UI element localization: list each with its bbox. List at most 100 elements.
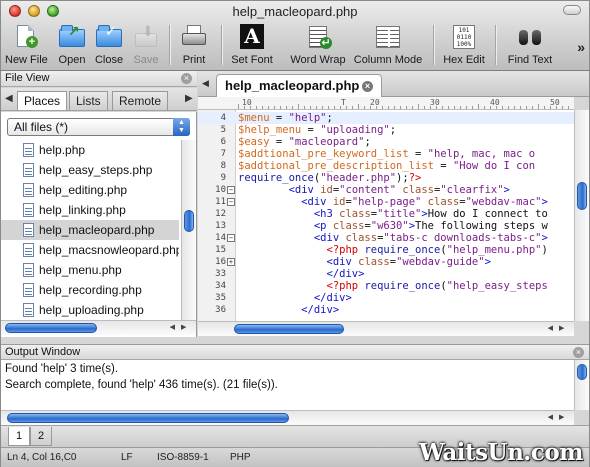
code-line[interactable]: 5 $help_menu = "uploading";: [198, 124, 574, 136]
tab-lists[interactable]: Lists: [69, 91, 108, 110]
file-list-item[interactable]: help_macleopard.php: [1, 220, 179, 240]
code-line[interactable]: 16 + <div class="webdav-guide">: [198, 256, 574, 268]
line-number: 11: [215, 197, 226, 207]
code-line[interactable]: 35 </div>: [198, 292, 574, 304]
file-list-hscroll-thumb[interactable]: [5, 323, 97, 333]
fold-expand-icon[interactable]: +: [227, 258, 235, 266]
output-vertical-scrollbar[interactable]: [574, 360, 589, 410]
file-filter-value: All files (*): [14, 120, 69, 134]
code-text: $menu = "help";: [238, 112, 333, 124]
file-list-item[interactable]: help_macsnowleopard.php: [1, 240, 179, 260]
editor-horizontal-scrollbar[interactable]: ◀▶: [198, 321, 574, 336]
close-label: Close: [94, 54, 124, 66]
output-page-tab-1[interactable]: 1: [8, 427, 30, 446]
output-window-close-icon[interactable]: ×: [573, 347, 584, 358]
php-file-icon: [23, 283, 34, 297]
file-list-item[interactable]: help_easy_steps.php: [1, 160, 179, 180]
hex-edit-button[interactable]: 101 0110 100% Hex Edit: [439, 21, 489, 69]
open-button[interactable]: ↗ Open: [54, 21, 90, 69]
file-list-item[interactable]: help.php: [1, 140, 179, 160]
save-button[interactable]: ⬇ Save: [130, 21, 162, 69]
toolbar-overflow-icon[interactable]: »: [577, 39, 585, 55]
file-filter-select[interactable]: All files (*) ▲ ▼: [7, 118, 190, 136]
code-line[interactable]: 6 $easy = "macleopard";: [198, 136, 574, 148]
output-hscroll-arrows-icon[interactable]: ◀▶: [544, 411, 574, 425]
status-language[interactable]: PHP: [230, 448, 251, 467]
code-line[interactable]: 9 require_once("header.php");?>: [198, 172, 574, 184]
line-number: 5: [220, 125, 226, 135]
line-number: 34: [215, 281, 226, 291]
code-token: $addtional_pre_description_list: [238, 160, 434, 172]
file-list-scroll-thumb[interactable]: [184, 210, 194, 232]
code-line[interactable]: 15 <?php require_once("help_menu.php"): [198, 244, 574, 256]
column-mode-button[interactable]: Column Mode: [351, 21, 425, 69]
fold-collapse-icon[interactable]: −: [227, 234, 235, 242]
file-list-item[interactable]: help_linking.php: [1, 200, 179, 220]
code-token: class: [339, 208, 371, 220]
file-list-item[interactable]: help_menu.php: [1, 260, 179, 280]
file-list-item[interactable]: help_uploading.php: [1, 300, 179, 320]
code-line[interactable]: 10− <div id="content" class="clearfix">: [198, 184, 574, 196]
editor-scroll-thumb[interactable]: [577, 182, 587, 210]
file-view-close-icon[interactable]: ×: [181, 73, 192, 84]
new-file-button[interactable]: + New File: [5, 21, 48, 69]
output-page-tab-2[interactable]: 2: [30, 427, 52, 446]
code-token: require_once: [364, 244, 441, 256]
binoculars-icon: [516, 23, 544, 51]
editor-hscroll-thumb[interactable]: [234, 324, 344, 334]
code-line[interactable]: 13 <p class="w630">The following steps w: [198, 220, 574, 232]
code-line[interactable]: 11− <div id="help-page" class="webdav-ma…: [198, 196, 574, 208]
ruler-tick: [460, 106, 461, 109]
find-text-button[interactable]: Find Text: [502, 21, 558, 69]
output-hscroll-thumb[interactable]: [7, 413, 289, 423]
editor-tab[interactable]: help_macleopard.php ×: [216, 74, 382, 97]
word-wrap-button[interactable]: ↵ Word Wrap: [290, 21, 346, 69]
ruler-tick: [448, 106, 449, 109]
code-text: $addtional_pre_description_list = "How d…: [238, 160, 535, 172]
fold-collapse-icon[interactable]: −: [227, 186, 235, 194]
code-line[interactable]: 12 <h3 class="title">How do I connect to: [198, 208, 574, 220]
code-text: </div>: [238, 292, 352, 304]
print-button[interactable]: Print: [177, 21, 211, 69]
code-line[interactable]: 34 <?php require_once("help_easy_steps: [198, 280, 574, 292]
tab-places[interactable]: Places: [17, 91, 68, 110]
tabs-left-arrow-icon[interactable]: ◀: [5, 93, 13, 104]
code-token: class: [427, 196, 460, 208]
code-text: <p class="w630">The following steps w: [238, 220, 548, 232]
file-list-horizontal-scrollbar[interactable]: ◀▶: [1, 320, 196, 335]
column-ruler: 10T2030405060: [198, 97, 574, 110]
code-editor[interactable]: 4 $menu = "help"; 5 $help_menu = "uploading…: [198, 110, 574, 321]
editor-tab-close-icon[interactable]: ×: [362, 81, 373, 92]
tabs-right-arrow-icon[interactable]: ▶: [185, 93, 193, 104]
ruler-tick: [382, 106, 383, 109]
code-line[interactable]: 36 </div>: [198, 304, 574, 316]
file-list-item[interactable]: help_editing.php: [1, 180, 179, 200]
ruler-tick: [478, 104, 479, 109]
tab-remote[interactable]: Remote: [112, 91, 169, 110]
line-number: 16: [215, 257, 226, 267]
toolbar-toggle-button[interactable]: [563, 5, 581, 15]
status-line-endings[interactable]: LF: [121, 448, 133, 467]
output-horizontal-scrollbar[interactable]: ◀▶: [1, 410, 574, 425]
editor-tabs-left-arrow-icon[interactable]: ◀: [202, 78, 209, 89]
file-list-vertical-scrollbar[interactable]: [181, 140, 196, 320]
code-line[interactable]: 33 </div>: [198, 268, 574, 280]
code-line[interactable]: 4 $menu = "help";: [198, 112, 574, 124]
editor-vertical-scrollbar[interactable]: [574, 110, 589, 321]
code-line[interactable]: 8 $addtional_pre_description_list = "How …: [198, 160, 574, 172]
output-scroll-thumb[interactable]: [577, 364, 587, 380]
set-font-button[interactable]: A Set Font: [227, 21, 277, 69]
close-button[interactable]: ✓ Close: [93, 21, 125, 69]
status-encoding[interactable]: ISO-8859-1: [157, 448, 209, 467]
ruler-tick: [454, 106, 455, 109]
fold-collapse-icon[interactable]: −: [227, 198, 235, 206]
editor-hscroll-arrows-icon[interactable]: ◀▶: [544, 322, 574, 336]
hscroll-arrows-icon[interactable]: ◀▶: [166, 321, 196, 335]
file-list-item[interactable]: help_recording.php: [1, 280, 179, 300]
code-line[interactable]: 14− <div class="tabs-c downloads-tabs-c"…: [198, 232, 574, 244]
code-line[interactable]: 7 $addtional_pre_keyword_list = "help, ma…: [198, 148, 574, 160]
code-token: "clearfix": [440, 184, 504, 196]
